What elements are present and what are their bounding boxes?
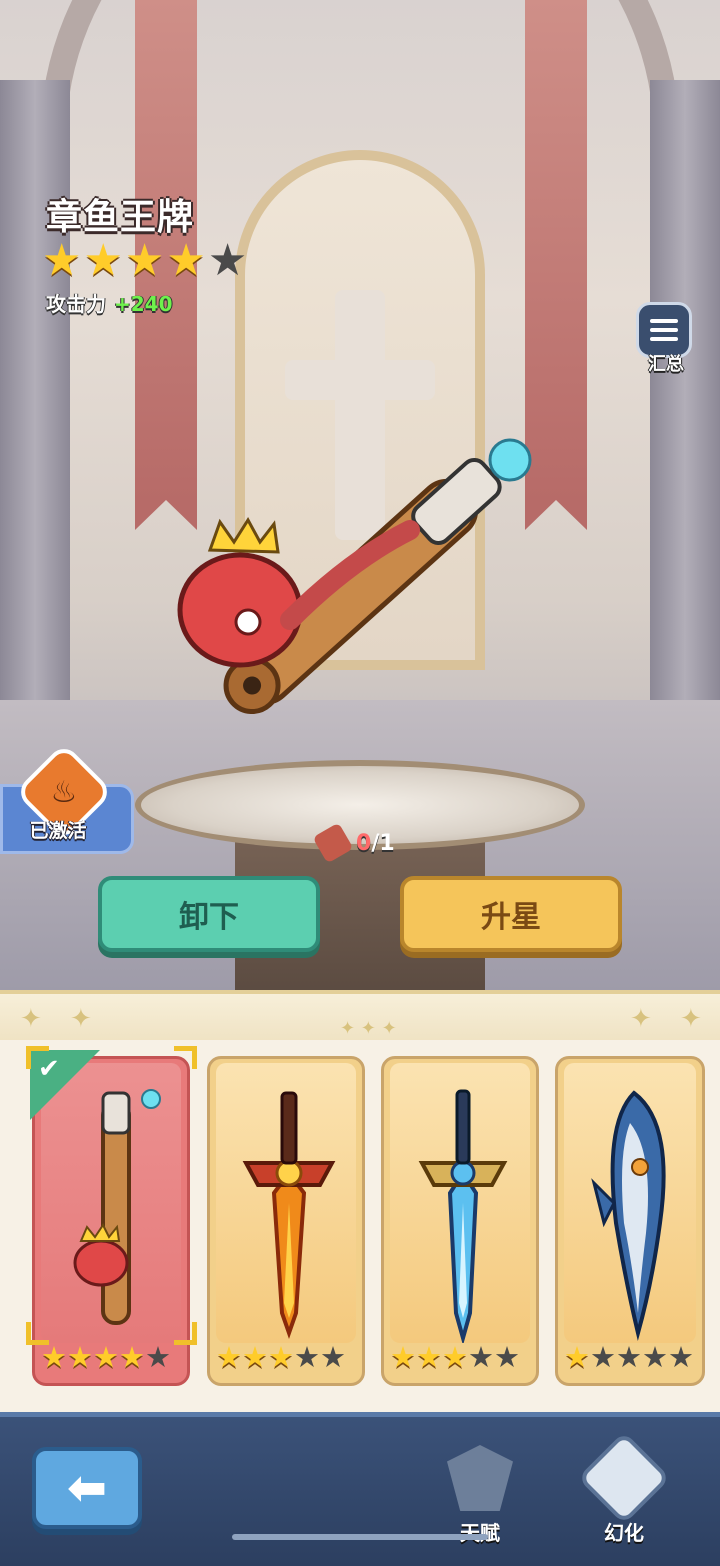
home-indicator [232,1534,488,1540]
star-filled-icon: ★ [41,1340,67,1374]
star-empty-icon: ★ [145,1340,171,1374]
sparkle-icon: ✦ ✦ ✦ [340,1018,397,1039]
winged-shield-icon [447,1445,513,1511]
unequip-button[interactable]: 卸下 [98,876,320,952]
star-empty-icon: ★ [320,1340,346,1374]
octopus-bat-weapon-image [177,438,532,715]
fragment-required: /1 [371,830,395,856]
nav-illusion[interactable]: 幻化 [574,1431,674,1555]
star-filled-icon: ★ [166,235,206,286]
altar-cross-bar [285,360,435,400]
weapon-collection: ★ ★ ★ ★ ★ ★ ★ ★ ★ ★ ★ ★ ★ ★ ★ ★ ★ ★ ★ ★ [0,1040,720,1420]
star-filled-icon: ★ [67,1340,93,1374]
star-empty-icon: ★ [668,1340,694,1374]
weapon-card-flame-sword[interactable]: ★ ★ ★ ★ ★ [207,1056,365,1386]
star-filled-icon: ★ [416,1340,442,1374]
star-filled-icon: ★ [93,1340,119,1374]
star-filled-icon: ★ [124,235,165,286]
sparkle-icon: ✦ [680,1004,702,1034]
panda-emblem-icon [577,1431,671,1525]
attack-value: +240 [114,292,173,316]
flame-sword-thumbnail [242,1091,336,1340]
star-filled-icon: ★ [42,235,82,286]
card-star-rating: ★ ★ ★ ★ ★ [216,1341,346,1373]
nav-talent-label: 天赋 [460,1521,500,1545]
star-filled-icon: ★ [83,235,123,286]
collection-header-ribbon: ✦ ✦ ✦ ✦ ✦ ✦ ✦ [0,990,720,1044]
sparkle-icon: ✦ [20,1004,42,1034]
upgrade-star-button[interactable]: 升星 [400,876,622,952]
sparkle-icon: ✦ [70,1004,92,1034]
swordfish-thumbnail [591,1090,666,1341]
summary-button[interactable]: 汇总 [636,302,696,375]
selection-corner [26,1046,49,1069]
back-button[interactable]: ⬅ [32,1447,142,1529]
summary-label: 汇总 [648,354,684,375]
weapon-card-swordfish[interactable]: ★ ★ ★ ★ ★ [555,1056,705,1386]
weapon-name: 章鱼王牌 [46,197,195,238]
star-filled-icon: ★ [564,1340,590,1374]
attack-stat: 攻击力 +240 [46,288,173,317]
fragment-icon [312,822,354,864]
weapon-star-rating: ★ ★ ★ ★ ★ [42,237,247,285]
activated-badge[interactable]: ♨ 已激活 [0,742,134,854]
skill-icon: ♨ [50,775,78,810]
card-star-rating: ★ ★ ★ ★ ★ [41,1341,171,1373]
fragment-counter: 0/1 [312,822,395,864]
weapon-card-ice-sword[interactable]: ★ ★ ★ ★ ★ [381,1056,539,1386]
nav-illusion-label: 幻化 [604,1521,644,1545]
card-star-rating: ★ ★ ★ ★ ★ [390,1341,520,1373]
star-filled-icon: ★ [390,1340,416,1374]
star-empty-icon: ★ [590,1340,616,1374]
star-empty-icon: ★ [494,1340,520,1374]
attack-label: 攻击力 [46,292,106,316]
star-filled-icon: ★ [442,1340,468,1374]
selection-corner [174,1046,197,1069]
left-arrow-icon: ⬅ [66,1460,108,1516]
star-empty-icon: ★ [294,1340,320,1374]
star-filled-icon: ★ [268,1340,294,1374]
selection-corner [26,1322,49,1345]
card-star-rating: ★ ★ ★ ★ ★ [564,1341,694,1373]
star-empty-icon: ★ [207,235,248,286]
star-empty-icon: ★ [642,1340,668,1374]
fragment-current: 0 [356,830,372,856]
sparkle-icon: ✦ [630,1004,652,1034]
selection-corner [174,1322,197,1345]
bottom-navigation: ⬅ 天赋 幻化 [0,1412,720,1566]
star-empty-icon: ★ [616,1340,642,1374]
ice-sword-thumbnail [418,1089,508,1346]
activated-label: 已激活 [29,820,87,842]
star-filled-icon: ★ [119,1340,145,1374]
star-filled-icon: ★ [216,1340,242,1374]
star-filled-icon: ★ [242,1340,268,1374]
star-empty-icon: ★ [468,1340,494,1374]
